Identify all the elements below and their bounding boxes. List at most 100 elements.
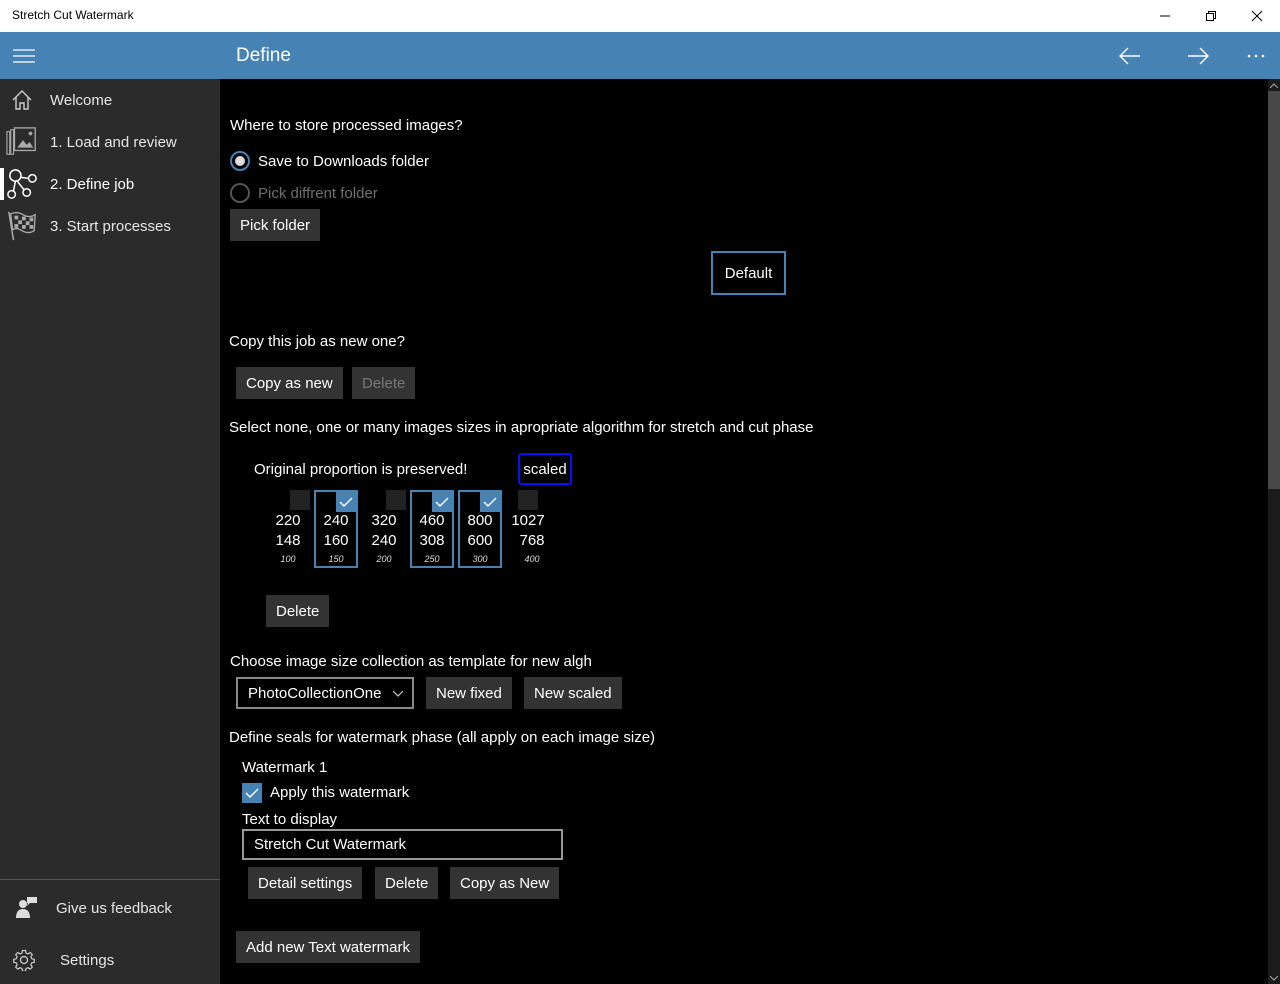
window-title: Stretch Cut Watermark [12,8,134,22]
close-icon [1251,10,1263,22]
size-checkbox[interactable] [432,492,452,512]
minimize-icon [1160,15,1170,17]
selection-indicator [0,168,4,200]
size-option-460x308[interactable]: 460 308 250 [410,490,454,568]
size-option-800x600[interactable]: 800 600 300 [458,490,502,568]
scroll-down-icon[interactable] [1268,972,1280,984]
arrow-right-icon [1188,46,1209,65]
size-option-1027x768[interactable]: 1027 768 400 [510,490,554,568]
size-checkbox[interactable] [336,492,356,512]
feedback-icon [10,892,42,924]
back-button[interactable] [1106,32,1154,79]
main-content: Where to store processed images? Save to… [220,79,1262,984]
sidebar: Welcome 1. Load and review 2. Define job… [0,79,220,984]
arrow-left-icon [1119,46,1140,65]
check-icon [339,497,353,507]
add-text-watermark-button[interactable]: Add new Text watermark [236,931,420,963]
sidebar-item-welcome[interactable]: Welcome [0,79,220,121]
size-width: 800 [467,512,493,529]
size-number: 200 [376,554,392,564]
size-checkbox[interactable] [290,490,310,510]
size-option-220x148[interactable]: 220 148 100 [266,490,310,568]
forward-button[interactable] [1174,32,1222,79]
sizes-instruction: Select none, one or many images sizes in… [229,419,814,436]
sidebar-item-label: 2. Define job [50,175,135,193]
sidebar-item-label: Welcome [50,91,113,109]
gear-icon [8,944,40,976]
radio-pick-different-folder[interactable]: Pick diffrent folder [230,183,378,203]
close-button[interactable] [1234,0,1280,32]
scaled-mode-badge[interactable]: scaled [518,453,572,485]
restore-icon [1206,11,1216,21]
proportion-note: Original proportion is preserved! [254,461,468,478]
size-width: 460 [419,512,445,529]
nodes-icon [6,168,38,200]
copy-watermark-button[interactable]: Copy as New [450,867,560,899]
apply-watermark-checkbox[interactable] [242,783,262,803]
size-number: 150 [328,554,344,564]
size-checkbox[interactable] [480,492,500,512]
size-number: 100 [280,554,296,564]
more-icon [1247,54,1265,57]
radio-save-downloads[interactable]: Save to Downloads folder [230,151,429,171]
radio-label: Pick diffrent folder [258,184,378,202]
size-option-240x160[interactable]: 240 160 150 [314,490,358,568]
size-number: 250 [424,554,440,564]
size-option-320x240[interactable]: 320 240 200 [362,490,406,568]
detail-settings-button[interactable]: Detail settings [248,867,363,899]
sidebar-item-label: 1. Load and review [50,133,177,151]
sidebar-item-define-job[interactable]: 2. Define job [0,163,220,205]
hamburger-button[interactable] [0,32,48,79]
sidebar-item-label: Give us feedback [56,899,172,917]
sidebar-item-label: 3. Start processes [50,217,171,235]
check-icon [245,788,259,798]
sidebar-item-label: Settings [60,951,115,969]
sidebar-item-settings[interactable]: Settings [0,939,220,981]
size-width: 240 [323,512,349,529]
size-width: 1027 [511,512,545,529]
size-number: 300 [472,554,488,564]
delete-watermark-button[interactable]: Delete [375,867,439,899]
page-title: Define [236,45,291,66]
copy-job-question: Copy this job as new one? [229,333,405,350]
check-icon [435,497,449,507]
collection-dropdown[interactable]: PhotoCollectionOne [236,677,414,709]
watermark-title: Watermark 1 [242,759,328,776]
text-to-display-label: Text to display [242,811,338,828]
new-scaled-button[interactable]: New scaled [524,677,622,709]
app-header: Define [0,32,1280,79]
scroll-up-icon[interactable] [1268,79,1280,91]
size-height: 600 [467,532,493,549]
size-number: 400 [524,554,540,564]
new-fixed-button[interactable]: New fixed [426,677,512,709]
more-button[interactable] [1232,32,1280,79]
collection-dropdown-value: PhotoCollectionOne [248,684,382,702]
sidebar-item-feedback[interactable]: Give us feedback [0,887,220,929]
storage-question: Where to store processed images? [230,117,463,134]
watermark-text-input[interactable] [242,829,563,860]
minimize-button[interactable] [1142,0,1188,32]
chevron-down-icon [392,690,404,697]
watermarks-label: Define seals for watermark phase (all ap… [229,729,656,746]
size-height: 240 [371,532,397,549]
vertical-scrollbar[interactable] [1268,79,1280,984]
size-checkbox[interactable] [518,490,538,510]
scrollbar-thumb[interactable] [1268,91,1280,489]
copy-as-new-button[interactable]: Copy as new [236,367,343,399]
photos-icon [6,126,38,158]
delete-sizes-button[interactable]: Delete [266,595,330,627]
default-button[interactable]: Default [711,251,786,295]
sidebar-item-load-review[interactable]: 1. Load and review [0,121,220,163]
hamburger-icon [13,48,35,63]
title-bar: Stretch Cut Watermark [0,0,1280,32]
apply-watermark-label: Apply this watermark [270,784,410,801]
pick-folder-button[interactable]: Pick folder [230,209,321,241]
size-width: 320 [371,512,397,529]
size-checkbox[interactable] [386,490,406,510]
size-height: 768 [519,532,545,549]
radio-circle [230,151,250,171]
restore-button[interactable] [1188,0,1234,32]
delete-job-button[interactable]: Delete [352,367,416,399]
size-width: 220 [275,512,301,529]
sidebar-item-start-processes[interactable]: 3. Start processes [0,205,220,247]
